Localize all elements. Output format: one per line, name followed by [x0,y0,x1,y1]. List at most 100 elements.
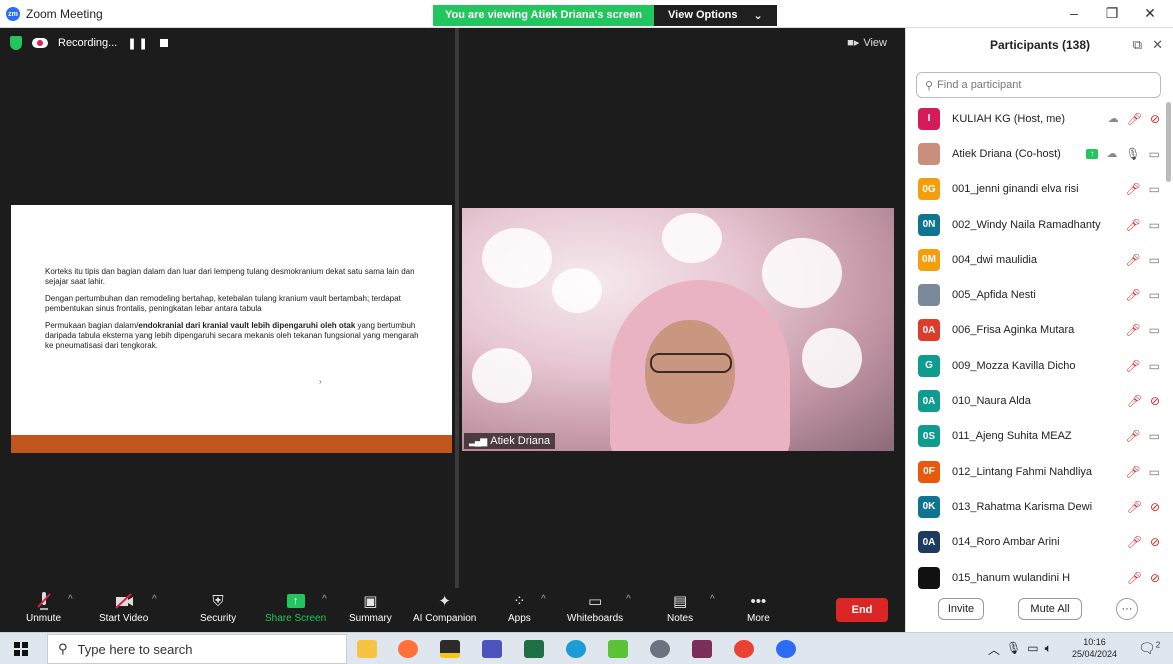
video-icon: ▭ [1148,217,1160,232]
chevron-down-icon: ⌄ [753,10,763,22]
participant-row[interactable]: 0K 013_Rahatma Karisma Dewi 🎤︎ ⊘ [906,489,1168,524]
video-options-caret[interactable]: ^ [152,594,157,605]
firefox-icon[interactable] [398,640,418,658]
unmute-label: Unmute [26,613,62,624]
share-screen-button[interactable]: ↑ Share Screen [265,592,326,624]
whiteboards-options-caret[interactable]: ^ [626,594,631,605]
pause-recording-button[interactable]: ❚❚ [127,37,149,50]
end-meeting-button[interactable]: End [836,598,888,622]
shared-screen-slide: Korteks itu tipis dan bagian dalam dan l… [11,205,452,453]
participant-row[interactable]: G 009_Mozza Kavilla Dicho 🎤︎ ▭ [906,348,1168,383]
teams-icon[interactable] [482,640,502,658]
file-explorer-icon[interactable] [357,640,377,658]
summary-button[interactable]: ▣ Summary [349,592,392,624]
participant-row[interactable]: 015_hanum wulandini H 🎤︎ ⊘ [906,560,1168,595]
notes-button[interactable]: ▤ Notes [667,592,693,624]
apps-options-caret[interactable]: ^ [541,594,546,605]
participant-row[interactable]: 0A 010_Naura Alda 🎤︎ ⊘ [906,383,1168,418]
pop-out-icon[interactable]: ⧉ [1133,37,1142,53]
stop-recording-button[interactable] [159,39,168,47]
participant-row[interactable]: 0M 004_dwi maulidia 🎤︎ ▭ [906,242,1168,277]
minimize-button[interactable]: – [1062,5,1086,21]
whiteboard-icon: ▭ [587,593,603,610]
participant-row[interactable]: I KULIAH KG (Host, me) ☁ 🎤︎ ⊘ [906,101,1168,136]
taskbar-clock[interactable]: 10:16 25/04/2024 [1072,636,1117,660]
video-icon: ▭ [1148,146,1160,161]
participant-row[interactable]: 0A 006_Frisa Aginka Mutara 🎤︎ ▭ [906,313,1168,348]
participant-status-icons: 🎤︎ ▭ [1125,218,1160,232]
participant-avatar: I [918,107,940,130]
view-options-button[interactable]: View Options ⌄ [654,5,777,26]
participant-row[interactable]: 0S 011_Ajeng Suhita MEAZ 🎤︎ ▭ [906,419,1168,454]
participant-avatar: 0K [918,495,940,518]
camtasia-icon[interactable] [608,640,628,658]
close-button[interactable]: ✕ [1138,5,1162,22]
apps-label: Apps [508,613,531,624]
start-video-label: Start Video [99,613,149,624]
ai-companion-button[interactable]: ✦ AI Companion [413,592,476,624]
slide-content: Korteks itu tipis dan bagian dalam dan l… [45,267,425,358]
audio-options-caret[interactable]: ^ [68,594,73,605]
participant-row[interactable]: 0A 014_Roro Ambar Arini 🎤︎ ⊘ [906,525,1168,560]
edge-icon[interactable] [566,640,586,658]
video-off-icon: ⊘ [1149,570,1160,585]
view-layout-icon: ■▸ [847,37,860,49]
more-button[interactable]: ••• More [747,592,770,625]
speaker-icon[interactable]: 🔈︎ [1045,641,1052,658]
view-button[interactable]: ■▸ View [847,36,887,50]
share-options-caret[interactable]: ^ [322,594,327,605]
taskbar-search-input[interactable]: ⚲ Type here to search [47,634,347,664]
excel-icon[interactable] [524,640,544,658]
participant-avatar [918,284,940,307]
participant-status-icons: 🎤︎ ⊘ [1127,535,1160,549]
ai-companion-label: AI Companion [413,613,477,624]
notes-icon: ▤ [672,593,688,610]
network-icon[interactable]: ▭ [1027,641,1038,658]
notification-icon[interactable]: 🗨︎2 [1138,640,1160,657]
sticky-notes-icon[interactable] [440,640,460,658]
split-divider[interactable] [455,28,459,588]
participant-row[interactable]: 0N 002_Windy Naila Ramadhanty 🎤︎ ▭ [906,207,1168,242]
security-button[interactable]: ⛨ Security [200,592,236,625]
chevron-up-icon[interactable]: ︿ [988,641,1000,658]
summary-icon: ▣ [363,593,378,610]
participants-footer: Invite Mute All ··· [906,596,1173,632]
mic-off-icon: 🎤︎ [1126,570,1142,585]
participant-list-scrollbar[interactable] [1166,102,1171,182]
participant-row[interactable]: 005_Apfida Nesti 🎤︎ ▭ [906,277,1168,312]
title-bar: zm Zoom Meeting You are viewing Atiek Dr… [0,0,1173,28]
winrar-icon[interactable] [692,640,712,658]
settings-gear-icon[interactable] [650,640,670,658]
windows-start-icon[interactable] [14,642,28,656]
start-video-button[interactable]: Start Video [99,592,148,624]
unmute-button[interactable]: Unmute [26,592,61,624]
participant-row[interactable]: 0G 001_jenni ginandi elva risi 🎤︎ ▭ [906,172,1168,207]
notes-options-caret[interactable]: ^ [710,594,715,605]
whiteboards-button[interactable]: ▭ Whiteboards [567,592,623,624]
participant-row[interactable]: Atiek Driana (Co-host) ↑ ☁ 🎙︎ ▭ [906,136,1168,171]
video-icon: ▭ [1148,252,1160,267]
close-icon[interactable]: ✕ [1152,37,1163,53]
restore-button[interactable]: ❐ [1100,5,1124,22]
mic-off-icon: 🎤︎ [1125,323,1141,338]
participant-status-icons: 🎤︎ ⊘ [1127,500,1160,514]
apps-button[interactable]: ⁘ Apps [508,592,531,624]
mute-all-button[interactable]: Mute All [1018,598,1082,620]
chrome-icon[interactable] [734,640,754,658]
more-options-button[interactable]: ··· [1116,598,1138,620]
zoom-taskbar-icon[interactable] [776,640,796,658]
video-off-icon: ⊘ [1149,499,1160,514]
speaker-name-tag: ▂▄▆ Atiek Driana [464,433,556,449]
search-placeholder: Find a participant [937,79,1022,91]
participant-search-input[interactable]: ⚲ Find a participant [916,72,1161,98]
invite-button[interactable]: Invite [938,598,984,620]
blossom-decoration [662,213,722,263]
participant-status-icons: ☁ 🎤︎ ⊘ [1108,112,1160,126]
participant-status-icons: 🎤︎ ▭ [1125,182,1160,196]
microphone-icon[interactable]: 🎙︎ [1006,641,1021,658]
blossom-decoration [482,228,552,288]
cloud-recording-icon [32,38,48,48]
participant-row[interactable]: 0F 012_Lintang Fahmi Nahdliya 🎤︎ ▭ [906,454,1168,489]
mic-off-icon: 🎤︎ [1126,535,1142,550]
participant-status-icons: ↑ ☁ 🎙︎ ▭ [1086,147,1160,161]
